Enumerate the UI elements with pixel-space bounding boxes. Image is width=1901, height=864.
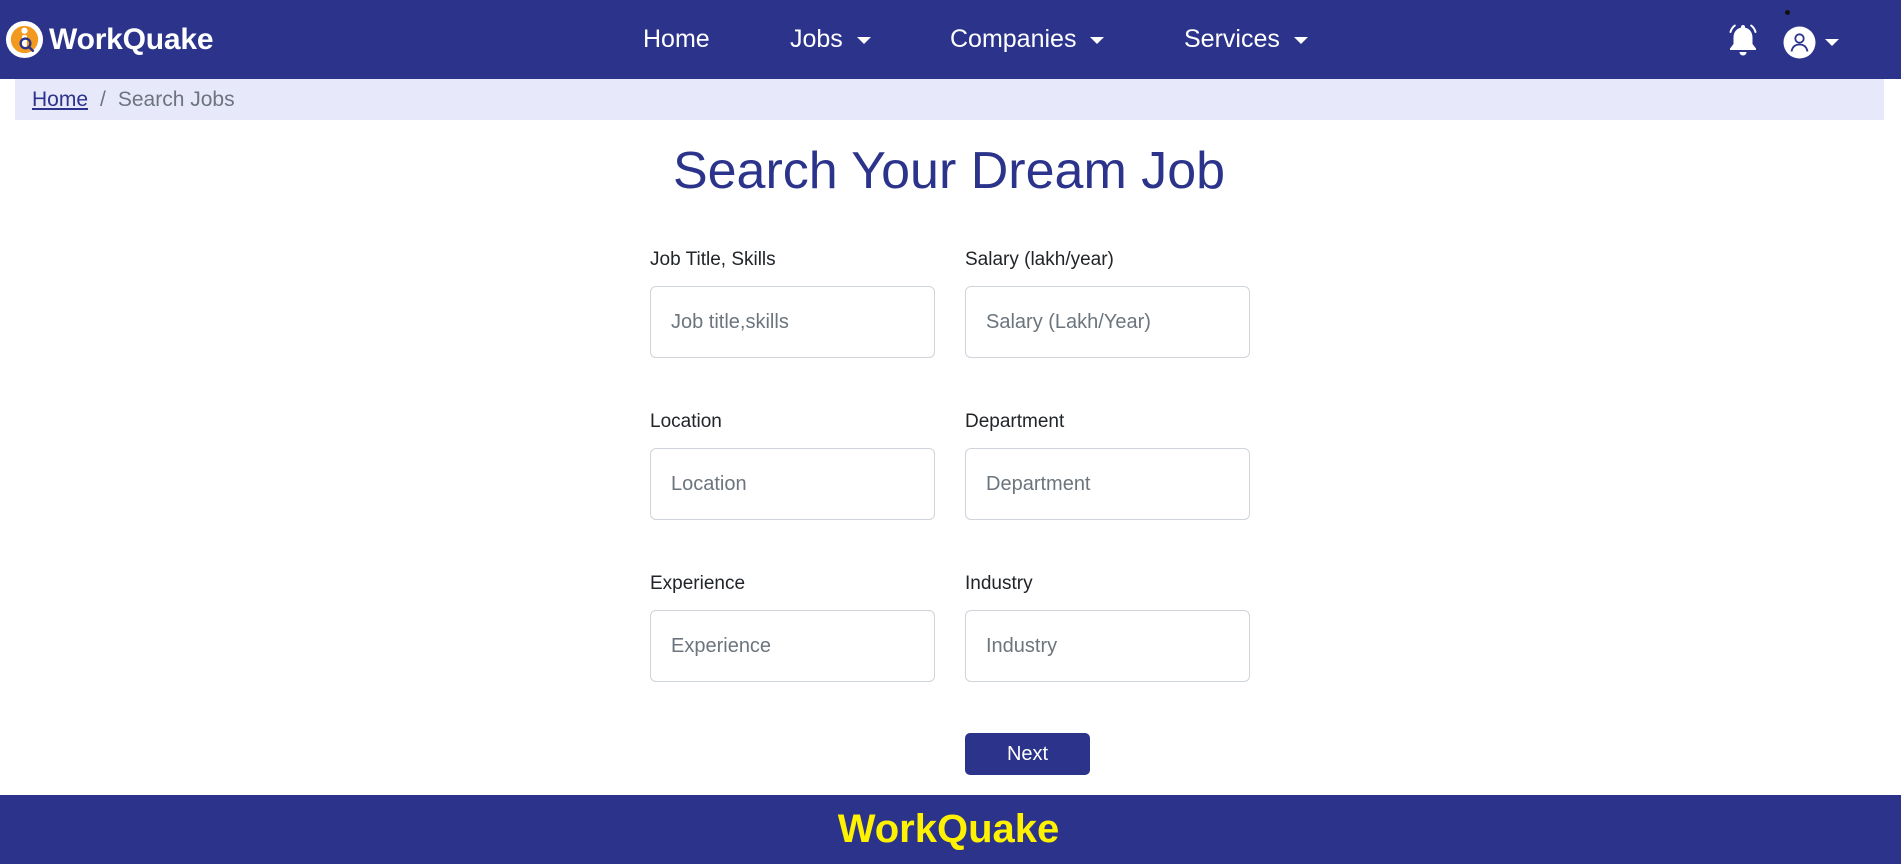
location-field-group: Location (650, 410, 935, 520)
department-input[interactable] (965, 448, 1250, 520)
nav-item-companies[interactable]: Companies (950, 24, 1105, 54)
nav-item-label: Jobs (790, 25, 843, 53)
industry-field-group: Industry (965, 572, 1250, 682)
experience-field-group: Experience (650, 572, 935, 682)
next-button[interactable]: Next (965, 733, 1090, 775)
main-nav: Home Jobs Companies Services (0, 0, 1901, 79)
caret-down-icon (1825, 39, 1839, 46)
location-label: Location (650, 411, 722, 432)
job-title-input[interactable] (650, 286, 935, 358)
user-avatar-icon (1783, 26, 1816, 59)
location-input[interactable] (650, 448, 935, 520)
department-label: Department (965, 411, 1065, 432)
breadcrumb-current: Search Jobs (117, 87, 235, 111)
status-dot (1785, 10, 1790, 15)
nav-item-jobs[interactable]: Jobs (790, 24, 871, 54)
footer-brand: WorkQuake (837, 807, 1060, 851)
breadcrumb: Home / Search Jobs (15, 79, 1884, 120)
footer: WorkQuake (0, 795, 1901, 864)
nav-item-label: Services (1184, 25, 1280, 53)
industry-input[interactable] (965, 610, 1250, 682)
salary-input[interactable] (965, 286, 1250, 358)
salary-label: Salary (lakh/year) (965, 249, 1114, 270)
breadcrumb-home-link[interactable]: Home (32, 88, 88, 112)
nav-item-label: Home (643, 25, 710, 53)
nav-item-label: Companies (950, 25, 1077, 53)
profile-menu[interactable] (1783, 10, 1839, 59)
caret-down-icon (856, 36, 871, 44)
top-navbar: WorkQuake Home Jobs Companies Services (0, 0, 1901, 79)
page-title: Search Your Dream Job (672, 142, 1226, 200)
caret-down-icon (1090, 36, 1105, 44)
industry-label: Industry (965, 573, 1033, 594)
nav-item-services[interactable]: Services (1184, 24, 1308, 54)
breadcrumb-separator: / (100, 87, 106, 111)
nav-item-home[interactable]: Home (643, 24, 710, 54)
bell-icon[interactable] (1728, 23, 1758, 57)
page: WorkQuake Home Jobs Companies Services H… (0, 0, 1901, 864)
job-title-label: Job Title, Skills (650, 249, 776, 270)
salary-field-group: Salary (lakh/year) (965, 248, 1250, 358)
job-title-field-group: Job Title, Skills (650, 248, 935, 358)
caret-down-icon (1293, 36, 1308, 44)
department-field-group: Department (965, 410, 1250, 520)
experience-label: Experience (650, 573, 746, 594)
experience-input[interactable] (650, 610, 935, 682)
